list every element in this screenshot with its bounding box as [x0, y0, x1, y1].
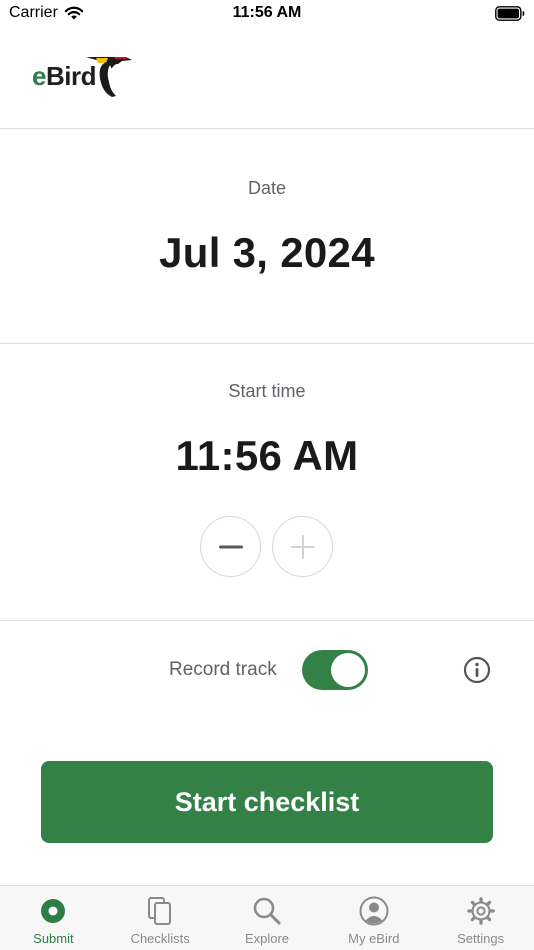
- status-bar: Carrier 11:56 AM: [0, 0, 534, 28]
- tab-label: Explore: [244, 931, 290, 946]
- tab-checklists[interactable]: Checklists: [107, 886, 214, 950]
- bird-logo-icon: [85, 57, 132, 97]
- increment-time-button[interactable]: [272, 516, 333, 577]
- tab-label: Checklists: [130, 931, 190, 946]
- toggle-knob: [331, 653, 365, 687]
- plus-icon: [290, 534, 315, 559]
- divider: [0, 128, 534, 129]
- record-track-toggle[interactable]: [302, 650, 368, 690]
- tab-my-ebird[interactable]: My eBird: [320, 886, 427, 950]
- battery-icon: [495, 6, 525, 21]
- tab-label: My eBird: [348, 931, 400, 946]
- search-icon: [253, 897, 281, 925]
- copy-icon: [148, 897, 172, 925]
- decrement-time-button[interactable]: [200, 516, 261, 577]
- user-icon: [359, 896, 389, 926]
- tab-label: Settings: [457, 931, 505, 946]
- tab-settings[interactable]: Settings: [427, 886, 534, 950]
- start-time-value[interactable]: 11:56 AM: [0, 432, 534, 480]
- record-icon: [41, 899, 66, 923]
- date-label: Date: [247, 178, 287, 198]
- status-time: 11:56 AM: [232, 4, 302, 21]
- record-track-label: Record track: [169, 659, 277, 680]
- ebird-logo: eBird: [32, 52, 132, 100]
- logo-prefix: e: [32, 60, 46, 91]
- date-value[interactable]: Jul 3, 2024: [0, 229, 534, 277]
- tab-submit[interactable]: Submit: [0, 886, 107, 950]
- start-time-label: Start time: [228, 381, 306, 401]
- gear-icon: [466, 897, 495, 925]
- start-checklist-button[interactable]: Start checklist: [41, 761, 493, 843]
- divider: [0, 620, 534, 621]
- minus-icon: [218, 545, 243, 548]
- tab-explore[interactable]: Explore: [214, 886, 321, 950]
- tab-bar: Submit Checklists Explore My eBird Setti…: [0, 885, 534, 950]
- info-icon[interactable]: [463, 656, 491, 684]
- tab-label: Submit: [33, 931, 74, 946]
- divider: [0, 343, 534, 344]
